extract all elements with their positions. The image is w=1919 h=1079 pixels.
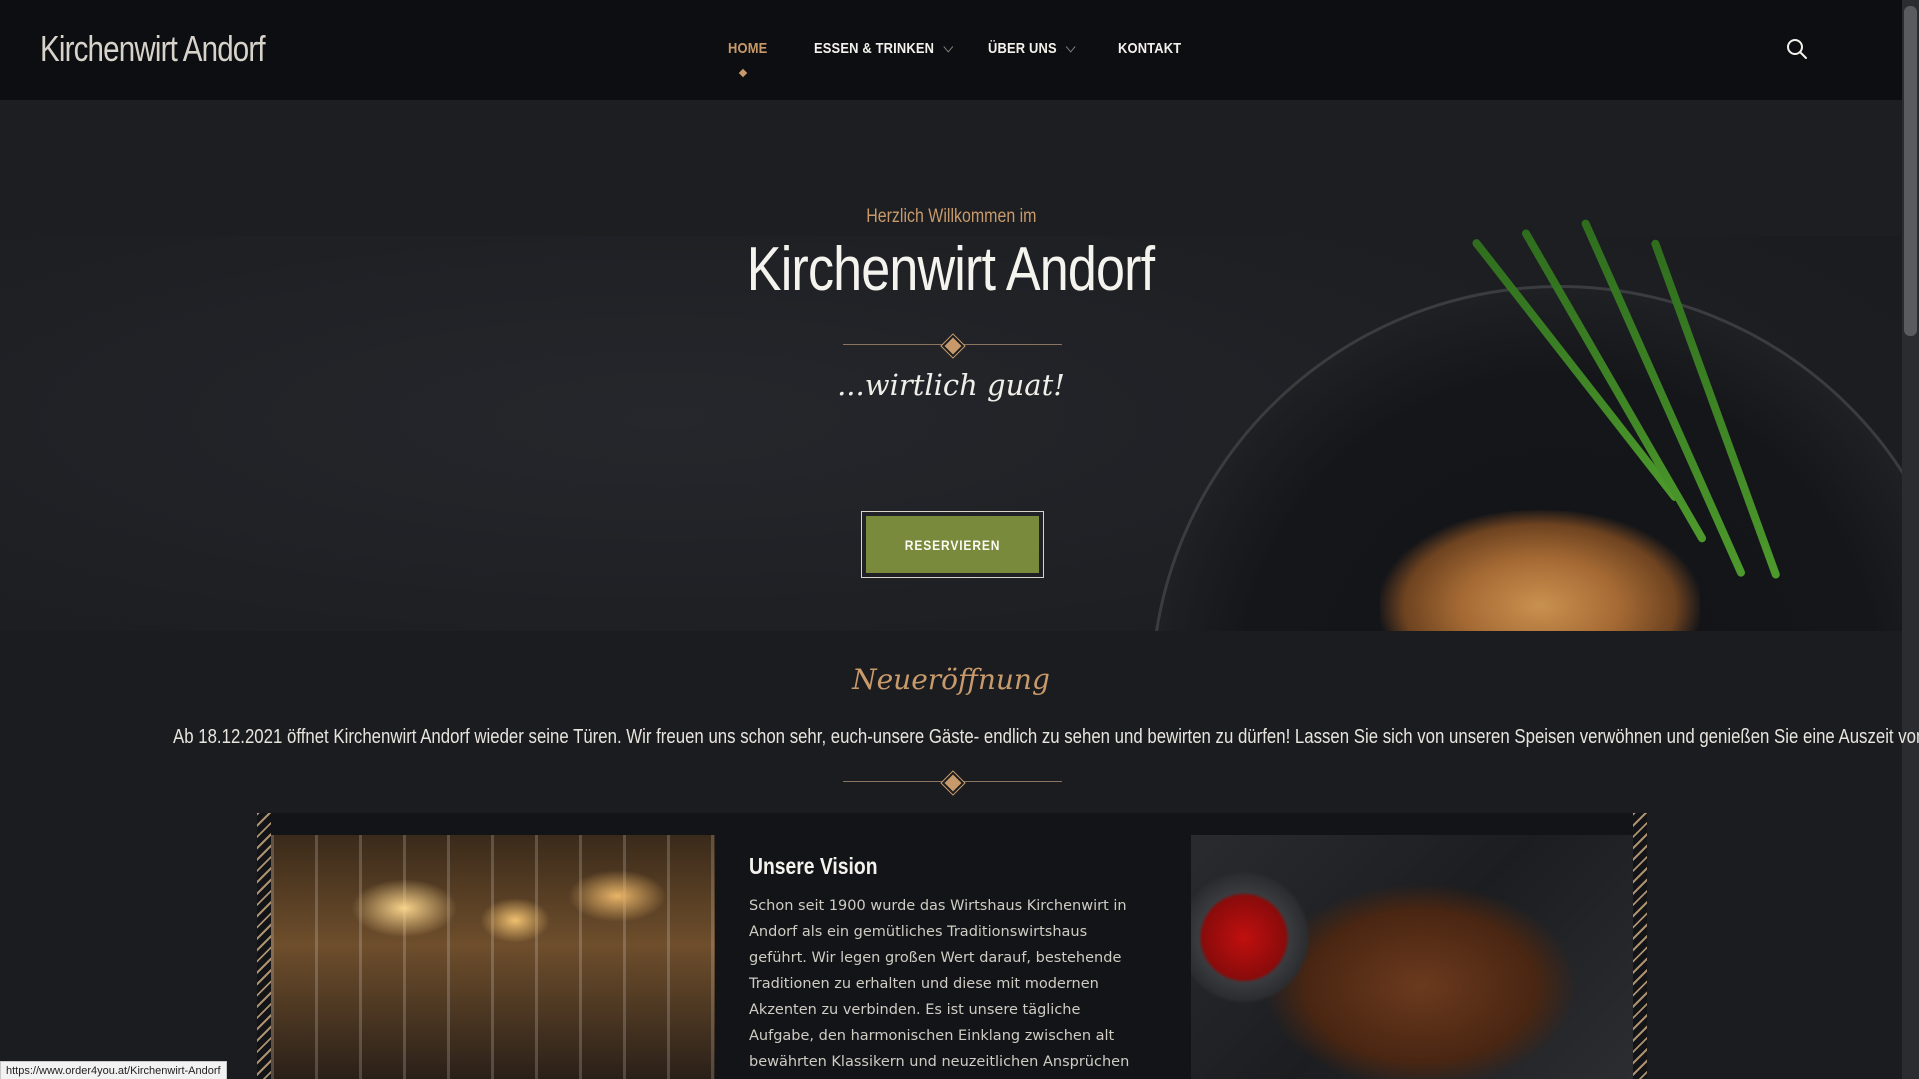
- reserve-button[interactable]: RESERVIEREN: [866, 516, 1039, 573]
- hero-title: Kirchenwirt Andorf: [747, 235, 1155, 304]
- hero-divider: [843, 333, 1062, 359]
- status-bar-url: https://www.order4you.at/Kirchenwirt-And…: [0, 1061, 227, 1079]
- restaurant-table-image: [271, 835, 715, 1079]
- nav-kontakt-label: KONTAKT: [1118, 40, 1182, 57]
- diamond-icon: [940, 770, 966, 796]
- announcement-text: Ab 18.12.2021 öffnet Kirchenwirt Andorf …: [173, 726, 1919, 748]
- nav-home[interactable]: HOME: [728, 40, 767, 57]
- chevron-down-icon: [1065, 40, 1076, 53]
- search-icon[interactable]: [1786, 38, 1808, 60]
- diamond-icon: [940, 333, 966, 359]
- chevron-down-icon: [943, 40, 953, 53]
- hero-section: Herzlich Willkommen im Kirchenwirt Andor…: [0, 100, 1902, 631]
- hero-subtitle: Herzlich Willkommen im: [865, 206, 1037, 227]
- vision-text: Schon seit 1900 wurde das Wirtshaus Kirc…: [749, 898, 1130, 1070]
- vision-title: Unsere Vision: [749, 853, 878, 879]
- nav-home-label: HOME: [728, 40, 768, 57]
- nav-essen-trinken-label: ESSEN & TRINKEN: [814, 40, 935, 57]
- nav-kontakt[interactable]: KONTAKT: [1118, 40, 1181, 57]
- nav-essen-trinken[interactable]: ESSEN & TRINKEN: [814, 40, 953, 57]
- hero-tagline: ...wirtlich guat!: [837, 368, 1065, 402]
- active-indicator-icon: [738, 68, 748, 78]
- reserve-button-frame: RESERVIEREN: [861, 511, 1044, 578]
- ornament-border-right: [1633, 813, 1647, 1079]
- announcement-title: Neueröffnung: [852, 663, 1050, 696]
- nav-ueber-uns-label: ÜBER UNS: [988, 40, 1057, 57]
- page-scrollbar[interactable]: [1902, 0, 1919, 1079]
- section-divider: [843, 770, 1062, 796]
- nav-ueber-uns[interactable]: ÜBER UNS: [988, 40, 1076, 57]
- scrollbar-thumb[interactable]: [1904, 6, 1917, 336]
- steak-image: [1191, 835, 1633, 1079]
- main-nav: HOME ESSEN & TRINKEN ÜBER UNS KONTAKT: [0, 0, 1902, 100]
- ornament-border-left: [257, 813, 271, 1079]
- site-header: Kirchenwirt Andorf HOME ESSEN & TRINKEN …: [0, 0, 1902, 100]
- vision-section: Unsere Vision Schon seit 1900 wurde das …: [257, 813, 1647, 1079]
